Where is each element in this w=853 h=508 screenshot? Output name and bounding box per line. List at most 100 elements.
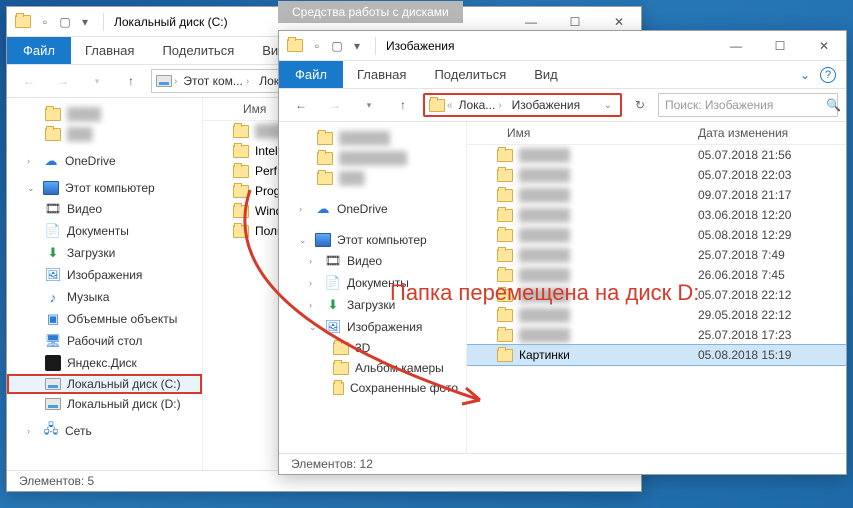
folder-icon bbox=[317, 172, 333, 185]
folder-icon bbox=[429, 99, 445, 112]
nav-forward-button[interactable]: → bbox=[321, 93, 349, 117]
folder-icon bbox=[497, 169, 513, 182]
breadcrumb-dropdown-icon[interactable]: ⌄ bbox=[600, 100, 616, 111]
ribbon-tab-view[interactable]: Вид bbox=[520, 61, 572, 88]
tree-item[interactable]: ███ bbox=[7, 124, 202, 144]
list-item[interactable]: ██████05.07.2018 21:56 bbox=[467, 145, 846, 165]
ribbon-tab-home[interactable]: Главная bbox=[343, 61, 420, 88]
tree-network[interactable]: ›🖧Сеть bbox=[7, 420, 202, 442]
folder-icon bbox=[233, 205, 249, 218]
tree-item-pictures[interactable]: ⌄🖼Изображения bbox=[279, 316, 466, 338]
ribbon-file-tab[interactable]: Файл bbox=[279, 61, 343, 88]
tree-onedrive[interactable]: ›☁OneDrive bbox=[279, 198, 466, 220]
folder-icon bbox=[45, 128, 61, 141]
folder-icon bbox=[497, 349, 513, 362]
tree-item-videos[interactable]: 🎞Видео bbox=[7, 198, 202, 220]
ribbon-tab-share[interactable]: Поделиться bbox=[420, 61, 520, 88]
list-item[interactable]: ██████26.06.2018 7:45 bbox=[467, 265, 846, 285]
tree-item-camera-roll[interactable]: Альбом камеры bbox=[279, 358, 466, 378]
col-date[interactable]: Дата изменения bbox=[698, 126, 838, 140]
nav-history-dropdown[interactable]: ▾ bbox=[83, 69, 111, 93]
refresh-button[interactable]: ↻ bbox=[628, 93, 652, 117]
tree-item-yandexdisk[interactable]: Яндекс.Диск bbox=[7, 352, 202, 374]
cloud-icon: ☁ bbox=[43, 153, 59, 169]
list-item[interactable]: ██████05.08.2018 12:29 bbox=[467, 225, 846, 245]
yandexdisk-icon bbox=[45, 355, 61, 371]
video-icon: 🎞 bbox=[325, 253, 341, 269]
window-title: Изобажения bbox=[386, 39, 454, 53]
list-item-selected[interactable]: Картинки05.08.2018 15:19 bbox=[467, 345, 846, 365]
ribbon-expand-icon[interactable]: ⌄ bbox=[800, 68, 810, 82]
status-text: Элементов: 12 bbox=[291, 457, 373, 471]
tree-onedrive[interactable]: ›☁OneDrive bbox=[7, 150, 202, 172]
list-item[interactable]: ██████05.07.2018 22:12 bbox=[467, 285, 846, 305]
folder-icon bbox=[333, 362, 349, 375]
list-item[interactable]: ██████05.07.2018 22:03 bbox=[467, 165, 846, 185]
cloud-icon: ☁ bbox=[315, 201, 331, 217]
qat-properties-icon[interactable]: ▫ bbox=[37, 14, 53, 30]
window-title: Локальный диск (C:) bbox=[114, 15, 228, 29]
tree-item-saved-photos[interactable]: Сохраненные фото bbox=[279, 378, 466, 398]
nav-tree[interactable]: ████ ███ ›☁OneDrive ⌄Этот компьютер 🎞Вид… bbox=[7, 98, 203, 470]
ribbon-file-tab[interactable]: Файл bbox=[7, 37, 71, 64]
nav-tree[interactable]: ██████ ████████ ███ ›☁OneDrive ⌄Этот ком… bbox=[279, 122, 467, 453]
minimize-button[interactable]: — bbox=[714, 31, 758, 61]
list-item[interactable]: ██████03.06.2018 12:20 bbox=[467, 205, 846, 225]
nav-back-button[interactable]: ← bbox=[15, 69, 43, 93]
tree-item[interactable]: ███ bbox=[279, 168, 466, 188]
qat-dropdown-icon[interactable]: ▾ bbox=[349, 38, 365, 54]
close-button[interactable]: ✕ bbox=[802, 31, 846, 61]
breadcrumb-item[interactable]: Лока...› bbox=[455, 98, 506, 112]
ribbon: Файл Главная Поделиться Вид ⌄ ? bbox=[279, 61, 846, 89]
column-header[interactable]: Имя Дата изменения bbox=[467, 122, 846, 145]
search-input[interactable] bbox=[665, 98, 820, 112]
tree-item[interactable]: ████████ bbox=[279, 148, 466, 168]
nav-up-button[interactable]: ↑ bbox=[117, 69, 145, 93]
tree-this-pc[interactable]: ⌄Этот компьютер bbox=[7, 178, 202, 198]
tree-item-music[interactable]: ♪Музыка bbox=[7, 286, 202, 308]
desktop-icon: 🖥 bbox=[45, 333, 61, 349]
ribbon-tab-share[interactable]: Поделиться bbox=[148, 37, 248, 64]
breadcrumb-item[interactable]: Изобажения bbox=[508, 98, 584, 112]
nav-forward-button[interactable]: → bbox=[49, 69, 77, 93]
tree-item-videos[interactable]: ›🎞Видео bbox=[279, 250, 466, 272]
list-item[interactable]: ██████25.07.2018 17:23 bbox=[467, 325, 846, 345]
nav-back-button[interactable]: ← bbox=[287, 93, 315, 117]
qat-dropdown-icon[interactable]: ▾ bbox=[77, 14, 93, 30]
qat-neutral-icon[interactable]: ▢ bbox=[57, 14, 73, 30]
tree-item-downloads[interactable]: ⬇Загрузки bbox=[7, 242, 202, 264]
search-icon[interactable]: 🔍 bbox=[826, 98, 841, 112]
drive-icon bbox=[45, 398, 61, 410]
tree-item-pictures[interactable]: 🖼Изображения bbox=[7, 264, 202, 286]
nav-up-button[interactable]: ↑ bbox=[389, 93, 417, 117]
list-item[interactable]: ██████29.05.2018 22:12 bbox=[467, 305, 846, 325]
tree-item-documents[interactable]: 📄Документы bbox=[7, 220, 202, 242]
folder-icon bbox=[497, 269, 513, 282]
col-name[interactable]: Имя bbox=[507, 126, 698, 140]
search-box[interactable]: 🔍 bbox=[658, 93, 838, 117]
list-item[interactable]: ██████25.07.2018 7:49 bbox=[467, 245, 846, 265]
tree-item-local-c[interactable]: Локальный диск (C:) bbox=[7, 374, 202, 394]
maximize-button[interactable]: ☐ bbox=[758, 31, 802, 61]
folder-icon bbox=[497, 229, 513, 242]
list-item[interactable]: ██████09.07.2018 21:17 bbox=[467, 185, 846, 205]
tree-item[interactable]: ████ bbox=[7, 104, 202, 124]
tree-item-3d[interactable]: ▣Объемные объекты bbox=[7, 308, 202, 330]
pc-icon bbox=[315, 233, 331, 247]
qat-neutral-icon[interactable]: ▢ bbox=[329, 38, 345, 54]
tree-item-documents[interactable]: ›📄Документы bbox=[279, 272, 466, 294]
tree-item-downloads[interactable]: ›⬇Загрузки bbox=[279, 294, 466, 316]
tree-item[interactable]: ██████ bbox=[279, 128, 466, 148]
ribbon-tab-home[interactable]: Главная bbox=[71, 37, 148, 64]
folder-icon bbox=[497, 289, 513, 302]
tree-item-local-d[interactable]: Локальный диск (D:) bbox=[7, 394, 202, 414]
help-icon[interactable]: ? bbox=[820, 67, 836, 83]
documents-icon: 📄 bbox=[325, 275, 341, 291]
tree-item-desktop[interactable]: 🖥Рабочий стол bbox=[7, 330, 202, 352]
nav-history-dropdown[interactable]: ▾ bbox=[355, 93, 383, 117]
tree-this-pc[interactable]: ⌄Этот компьютер bbox=[279, 230, 466, 250]
breadcrumb-item[interactable]: Этот ком...› bbox=[179, 74, 253, 88]
breadcrumb-bar[interactable]: « Лока...› Изобажения ⌄ bbox=[423, 93, 622, 117]
qat-properties-icon[interactable]: ▫ bbox=[309, 38, 325, 54]
tree-item-3d[interactable]: 3D bbox=[279, 338, 466, 358]
